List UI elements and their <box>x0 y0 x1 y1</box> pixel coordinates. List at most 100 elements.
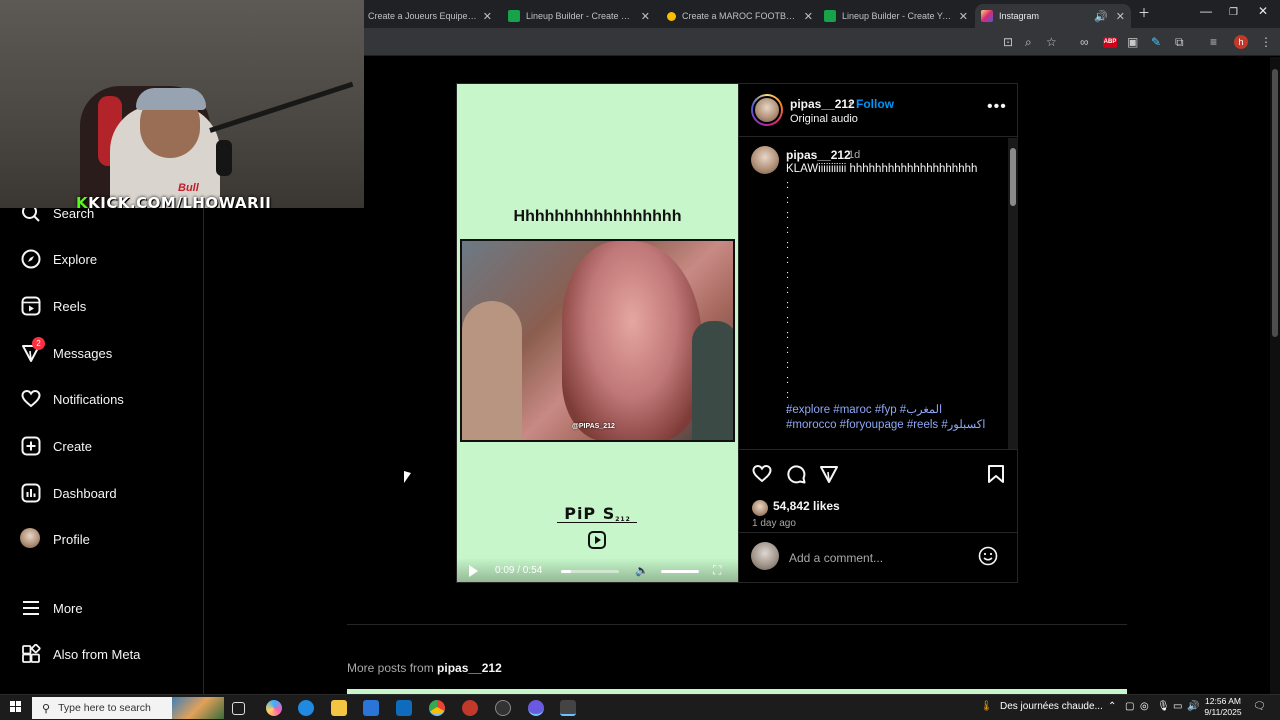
close-icon[interactable]: ✕ <box>804 10 813 23</box>
tab-search-icon[interactable]: ≡ <box>1210 35 1217 49</box>
hashtags-line-1[interactable]: #explore #maroc #fyp #المغرب <box>786 403 1001 418</box>
caption-dot-line: : <box>786 299 790 311</box>
author-username[interactable]: pipas__212 <box>790 97 855 111</box>
window-close-icon[interactable]: ✕ <box>1258 4 1268 18</box>
hashtags-line-2[interactable]: #morocco #foryoupage #reels #اكسبلور <box>786 418 1001 433</box>
bookmark-star-icon[interactable]: ☆ <box>1046 35 1057 49</box>
instagram-favicon-icon <box>981 10 993 22</box>
minimize-icon[interactable]: — <box>1200 4 1212 18</box>
tab-lineup-builder-1[interactable]: Lineup Builder - Create Your Sq✕ <box>502 4 656 28</box>
adblock-icon[interactable]: ABP <box>1103 37 1117 48</box>
share-icon[interactable] <box>819 464 841 486</box>
caption-dot-lines: :::::::::::::::: <box>786 178 796 418</box>
outlook-icon[interactable] <box>396 700 412 716</box>
video-frame: @PIPAS_212 <box>460 239 735 442</box>
tab-maroc-football[interactable]: Create a MAROC FOOTBALL / T✕ <box>661 4 819 28</box>
like-heart-icon[interactable] <box>752 464 774 486</box>
caption-scrollbar[interactable] <box>1008 138 1018 449</box>
new-tab-icon[interactable]: ＋ <box>1138 4 1150 21</box>
save-bookmark-icon[interactable] <box>986 464 1008 486</box>
close-icon[interactable]: ✕ <box>959 10 968 23</box>
likes-count[interactable]: 54,842 likes <box>773 499 840 513</box>
tab-lineup-builder-2[interactable]: Lineup Builder - Create Your Sq✕ <box>818 4 974 28</box>
store-icon[interactable] <box>363 700 379 716</box>
video-caption-title: Hhhhhhhhhhhhhhhhh <box>513 208 682 225</box>
taskbar-search[interactable]: ⚲ Type here to search <box>32 697 224 719</box>
translate-icon[interactable]: ✎ <box>1151 35 1161 49</box>
profile-avatar-icon[interactable]: h <box>1234 35 1248 49</box>
search-highlight-image <box>172 697 224 719</box>
install-app-icon[interactable]: ⊡ <box>1003 35 1013 49</box>
capcut-icon[interactable] <box>560 700 576 716</box>
weather-icon: 🌡 <box>980 701 993 712</box>
extensions-puzzle-icon[interactable]: ⧉ <box>1175 35 1184 50</box>
sidebar-item-dashboard[interactable]: Dashboard <box>20 478 117 508</box>
copilot-icon[interactable] <box>266 700 282 716</box>
comment-composer: Add a comment... <box>739 532 1018 582</box>
post-date: 1 day ago <box>752 518 796 529</box>
windows-start-icon[interactable] <box>10 701 22 713</box>
taskbar-search-input[interactable]: Type here to search <box>58 702 151 714</box>
volume-icon[interactable]: 🔈 <box>635 564 649 577</box>
tray-app-icon[interactable]: ▢ <box>1125 701 1134 712</box>
tray-chrome-icon[interactable]: ◎ <box>1140 701 1149 712</box>
zoom-icon[interactable]: ⌕ <box>1025 35 1032 50</box>
caption-dot-line: : <box>786 329 790 341</box>
sidebar-item-messages[interactable]: 2 Messages <box>20 337 112 368</box>
caption-age: 1d <box>848 149 861 161</box>
comment-icon[interactable] <box>786 464 808 486</box>
screen: Create a Joueurs Equipe Nation✕ Lineup B… <box>0 0 1280 720</box>
task-view-icon[interactable] <box>232 702 245 715</box>
sidebar-item-more[interactable]: More <box>20 593 83 623</box>
app-purple-icon[interactable] <box>528 700 544 716</box>
video-progress-bar[interactable] <box>561 570 619 573</box>
speaker-icon[interactable]: 🔊 <box>1094 10 1108 23</box>
audio-label[interactable]: Original audio <box>790 113 858 125</box>
volume-slider[interactable] <box>661 570 699 573</box>
video-progress-fill <box>561 570 571 573</box>
comment-input[interactable]: Add a comment... <box>789 551 883 565</box>
sidebar-item-notifications[interactable]: Notifications <box>20 384 124 414</box>
post-options-icon[interactable]: ••• <box>987 98 1007 116</box>
obs-icon[interactable] <box>495 700 511 716</box>
volume-tray-icon[interactable]: 🔊 <box>1187 701 1199 712</box>
extension-box-icon[interactable]: ▣ <box>1127 35 1138 49</box>
play-icon[interactable] <box>469 565 478 577</box>
tray-mic-icon[interactable]: 🎙 <box>1157 701 1170 712</box>
caption-dot-line: : <box>786 389 790 401</box>
tab-instagram[interactable]: Instagram 🔊 ✕ <box>975 4 1131 28</box>
sidebar-item-also-from-meta[interactable]: Also from Meta <box>20 639 140 669</box>
sidebar-item-profile[interactable]: Profile <box>20 524 90 554</box>
notification-center-icon[interactable]: 🗨 <box>1253 701 1266 712</box>
sidebar-item-create[interactable]: Create <box>20 431 92 461</box>
app-red-icon[interactable] <box>462 700 478 716</box>
video-controls: 0:09 / 0:54 🔈 ⛶ <box>457 558 738 582</box>
kebab-menu-icon[interactable]: ⋮ <box>1260 35 1272 49</box>
taskbar-clock[interactable]: 12:56 AM 9/11/2025 <box>1200 696 1246 718</box>
caption-username[interactable]: pipas__212 <box>786 148 851 162</box>
file-explorer-icon[interactable] <box>331 700 347 716</box>
caption-dot-line: : <box>786 209 790 221</box>
network-icon[interactable]: ▭ <box>1173 701 1182 712</box>
tab-joueurs[interactable]: Create a Joueurs Equipe Nation✕ <box>362 4 498 28</box>
sidebar-item-explore[interactable]: Explore <box>20 244 97 274</box>
tray-chevron-icon[interactable]: ⌃ <box>1108 701 1116 712</box>
caption-dot-line: : <box>786 269 790 281</box>
extension-glasses-icon[interactable]: ∞ <box>1080 35 1089 49</box>
emoji-icon[interactable] <box>978 546 998 571</box>
close-icon[interactable]: ✕ <box>641 10 650 23</box>
close-icon[interactable]: ✕ <box>1116 10 1125 23</box>
caption-avatar[interactable] <box>751 146 779 174</box>
page-scrollbar[interactable] <box>1270 57 1280 694</box>
restore-icon[interactable]: ❐ <box>1229 7 1238 18</box>
sidebar-item-reels[interactable]: Reels <box>20 291 86 321</box>
fullscreen-icon[interactable]: ⛶ <box>713 563 721 578</box>
reels-logo-icon <box>588 531 606 549</box>
chrome-icon[interactable] <box>429 700 445 716</box>
reel-video[interactable]: Hhhhhhhhhhhhhhhhh @PIPAS_212 PiP S212 0:… <box>457 84 738 582</box>
weather-text[interactable]: Des journées chaude... <box>1000 701 1103 712</box>
edge-icon[interactable] <box>298 700 314 716</box>
close-icon[interactable]: ✕ <box>483 10 492 23</box>
author-avatar-ring[interactable] <box>751 94 783 126</box>
follow-button[interactable]: Follow <box>856 97 894 111</box>
